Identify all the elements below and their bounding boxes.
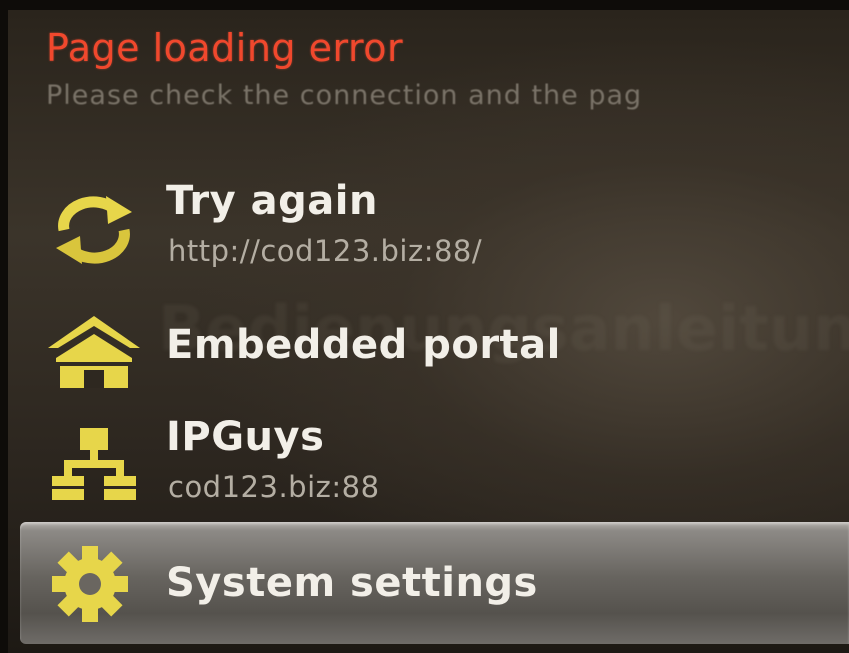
menu-item-label: Try again — [166, 178, 378, 224]
error-title: Page loading error — [46, 26, 404, 70]
menu-item-try-again[interactable]: Try again http://cod123.biz:88/ — [8, 172, 849, 292]
home-icon — [44, 312, 144, 392]
menu-item-address: cod123.biz:88 — [168, 470, 380, 504]
gear-icon — [44, 544, 144, 624]
menu-item-label: Embedded portal — [166, 322, 561, 368]
menu-item-embedded-portal[interactable]: Embedded portal — [8, 300, 849, 400]
refresh-icon — [44, 190, 144, 270]
menu-item-label: System settings — [166, 560, 538, 606]
error-subtitle: Please check the connection and the pag — [46, 80, 643, 111]
menu-item-url: http://cod123.biz:88/ — [168, 234, 483, 268]
menu-item-system-settings[interactable]: System settings — [20, 522, 849, 644]
menu-item-label: IPGuys — [166, 414, 325, 460]
menu-item-ipguys[interactable]: IPGuys cod123.biz:88 — [8, 410, 849, 520]
tv-screen: Page loading error Please check the conn… — [8, 10, 849, 653]
network-icon — [44, 424, 144, 504]
